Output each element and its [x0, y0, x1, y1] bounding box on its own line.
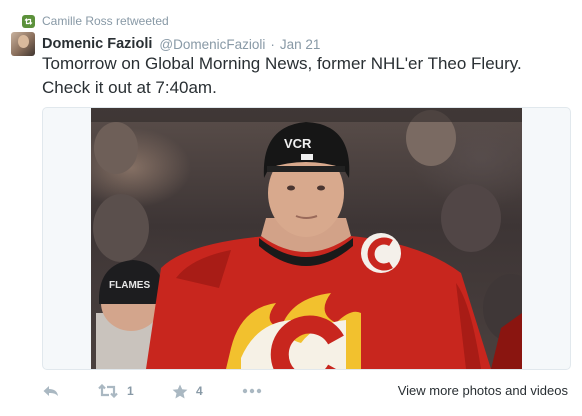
tweet-text: Tomorrow on Global Morning News, former … [42, 54, 522, 97]
back-helmet-text: FLAMES [109, 280, 150, 291]
tweet-photo[interactable]: FLAMES VCR [91, 108, 522, 369]
favorite-button[interactable]: 4 [172, 378, 203, 404]
retweeted-by-label[interactable]: Camille Ross retweeted [42, 14, 169, 28]
star-icon [172, 384, 188, 398]
media-container[interactable]: FLAMES VCR [42, 107, 571, 370]
avatar[interactable] [11, 32, 35, 56]
retweet-context: Camille Ross retweeted [22, 12, 169, 30]
retweet-button[interactable]: 1 [97, 378, 134, 404]
view-more-media-link[interactable]: View more photos and videos [398, 378, 568, 404]
retweet-icon [98, 384, 118, 398]
author-handle[interactable]: @DomenicFazioli [159, 37, 265, 52]
more-icon [242, 388, 262, 394]
retweet-count: 1 [127, 384, 134, 398]
helmet-logo-text: VCR [284, 136, 312, 151]
reply-icon [43, 386, 58, 396]
more-button[interactable] [242, 378, 262, 404]
tweet-actions: 1 4 View more photos and videos [0, 378, 582, 404]
retweet-badge-icon [22, 14, 35, 28]
tweet-date[interactable]: Jan 21 [280, 37, 321, 52]
photo-illustration: FLAMES VCR [91, 108, 522, 369]
separator-dot: · [270, 36, 275, 52]
author-name[interactable]: Domenic Fazioli [42, 36, 152, 52]
reply-button[interactable] [42, 378, 60, 404]
favorite-count: 4 [196, 384, 203, 398]
